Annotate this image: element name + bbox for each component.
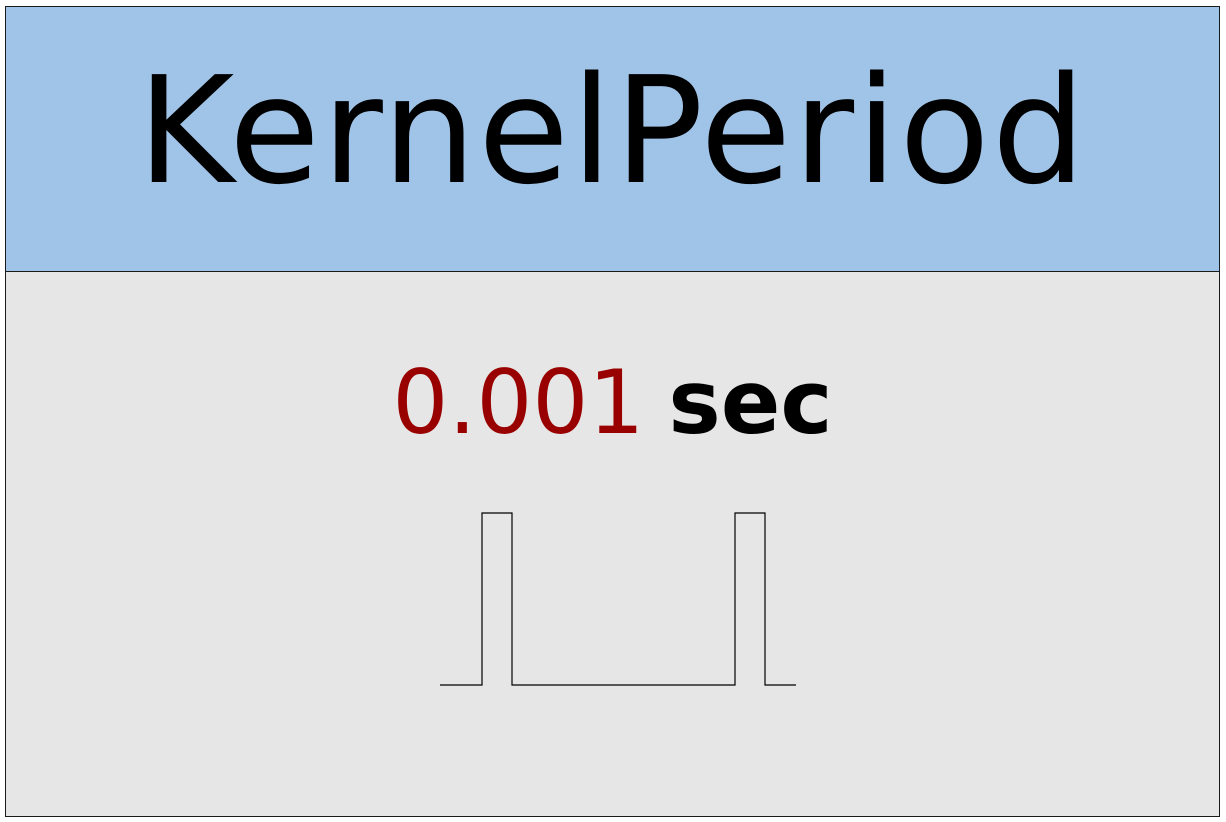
header-band: KernelPeriod [6,7,1219,272]
kernel-period-card: KernelPeriod 0.001 sec [5,6,1220,817]
period-value: 0.001 [392,351,645,454]
page-title: KernelPeriod [137,45,1088,217]
period-readout: 0.001 sec [6,359,1219,447]
pulse-waveform-line [440,512,796,686]
period-unit: sec [668,351,833,454]
